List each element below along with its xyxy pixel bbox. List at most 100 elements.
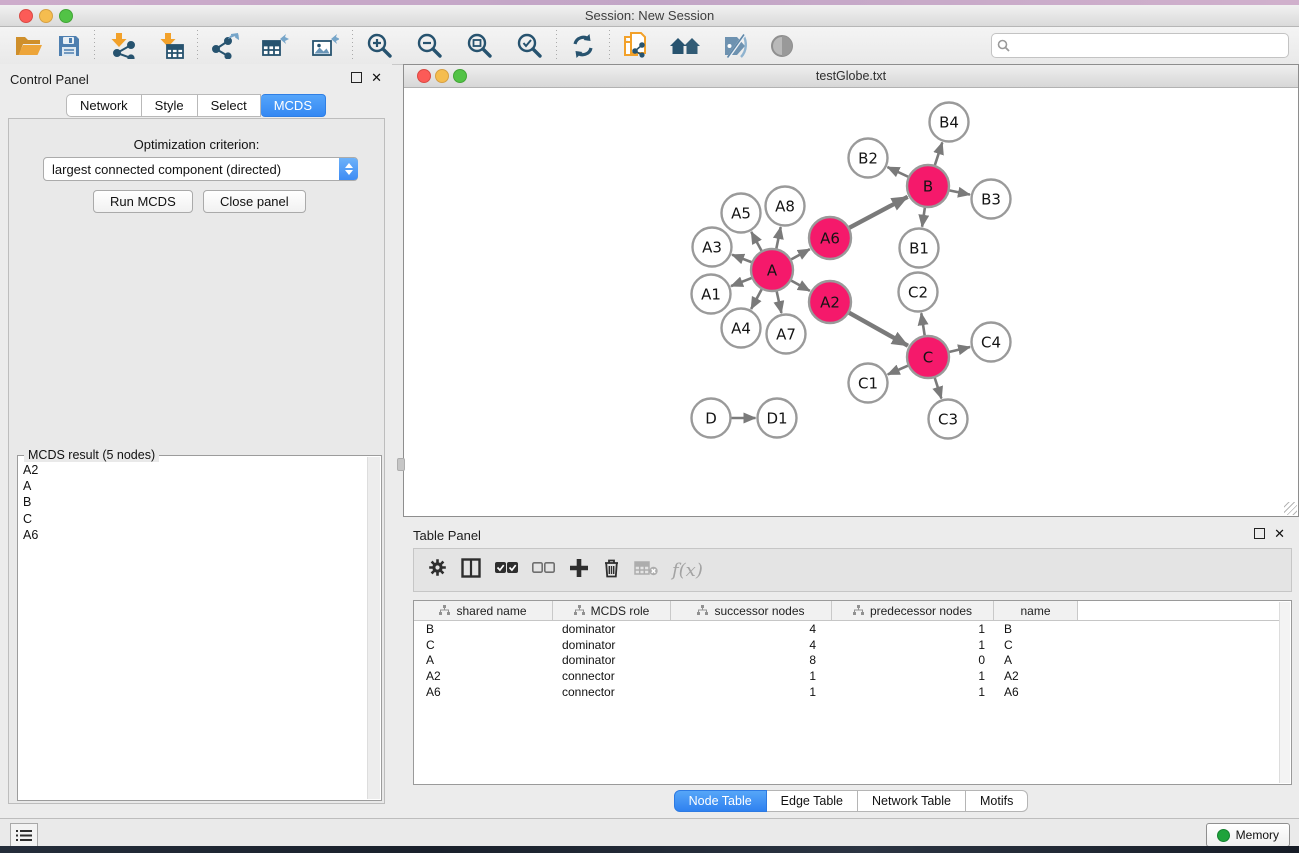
cell-name[interactable]: A6 <box>994 685 1078 699</box>
mcds-result-item[interactable]: A2 <box>20 462 367 478</box>
cell-predecessor-nodes[interactable]: 1 <box>832 669 994 683</box>
open-session-icon[interactable] <box>8 30 50 62</box>
export-image-icon[interactable] <box>304 30 346 62</box>
toggle-labels-icon[interactable] <box>714 30 756 62</box>
cell-successor-nodes[interactable]: 8 <box>671 653 832 667</box>
graph-node-B4[interactable]: B4 <box>930 103 969 142</box>
column-header-name[interactable]: name <box>994 601 1078 620</box>
table-row[interactable]: A2connector11A2 <box>414 668 1280 684</box>
home-icon[interactable] <box>662 30 708 62</box>
graph-edge-C-C2[interactable] <box>921 313 925 336</box>
cell-shared-name[interactable]: A6 <box>414 685 553 699</box>
column-header-predecessor-nodes[interactable]: predecessor nodes <box>832 601 994 620</box>
graph-edge-C-C1[interactable] <box>888 365 909 374</box>
graph-node-D[interactable]: D <box>692 399 731 438</box>
cell-successor-nodes[interactable]: 4 <box>671 622 832 636</box>
graph-node-C[interactable]: C <box>907 336 949 378</box>
float-table-panel-icon[interactable] <box>1254 528 1265 539</box>
window-resize-grip[interactable] <box>1284 502 1297 515</box>
table-scrollbar[interactable] <box>1279 602 1290 783</box>
tab-select[interactable]: Select <box>198 94 261 117</box>
export-table-icon[interactable] <box>254 30 296 62</box>
mcds-result-item[interactable]: A6 <box>20 527 367 543</box>
graph-node-A[interactable]: A <box>751 249 793 291</box>
graph-node-C3[interactable]: C3 <box>929 400 968 439</box>
column-view-icon[interactable] <box>461 558 481 583</box>
search-field[interactable] <box>991 33 1289 58</box>
mcds-result-item[interactable]: B <box>20 494 367 510</box>
graph-edge-A-A3[interactable] <box>732 255 752 263</box>
tab-motifs[interactable]: Motifs <box>966 790 1028 812</box>
close-panel-icon[interactable]: ✕ <box>371 72 382 83</box>
tab-node-table[interactable]: Node Table <box>674 790 767 812</box>
graph-node-D1[interactable]: D1 <box>758 399 797 438</box>
apply-function-icon[interactable]: f(x) <box>672 560 703 581</box>
column-header-successor-nodes[interactable]: successor nodes <box>671 601 832 620</box>
cell-name[interactable]: B <box>994 622 1078 636</box>
table-row[interactable]: Cdominator41C <box>414 637 1280 653</box>
optimization-criterion-select[interactable]: largest connected component (directed) <box>43 157 358 181</box>
tab-edge-table[interactable]: Edge Table <box>767 790 858 812</box>
cell-mcds-role[interactable]: connector <box>553 669 671 683</box>
run-mcds-button[interactable]: Run MCDS <box>93 190 193 213</box>
column-header-mcds-role[interactable]: MCDS role <box>553 601 671 620</box>
graph-node-C4[interactable]: C4 <box>972 323 1011 362</box>
refresh-view-icon[interactable] <box>563 30 603 62</box>
import-network-from-file-icon[interactable] <box>101 30 143 62</box>
new-network-from-file-icon[interactable] <box>616 30 658 62</box>
column-header-shared-name[interactable]: shared name <box>414 601 553 620</box>
cell-mcds-role[interactable]: dominator <box>553 638 671 652</box>
graph-node-C2[interactable]: C2 <box>899 273 938 312</box>
graph-node-B[interactable]: B <box>907 165 949 207</box>
cell-shared-name[interactable]: C <box>414 638 553 652</box>
graph-edge-C-C3[interactable] <box>934 377 941 399</box>
graph-node-A5[interactable]: A5 <box>722 194 761 233</box>
zoom-in-icon[interactable] <box>359 30 400 62</box>
cell-successor-nodes[interactable]: 4 <box>671 638 832 652</box>
cell-shared-name[interactable]: B <box>414 622 553 636</box>
task-history-button[interactable] <box>10 823 38 847</box>
graph-node-A1[interactable]: A1 <box>692 275 731 314</box>
cell-shared-name[interactable]: A2 <box>414 669 553 683</box>
float-panel-icon[interactable] <box>351 72 362 83</box>
graph-edge-A-A8[interactable] <box>776 227 781 249</box>
graph-edge-A-A5[interactable] <box>751 232 762 252</box>
mcds-result-item[interactable]: C <box>20 511 367 527</box>
cell-shared-name[interactable]: A <box>414 653 553 667</box>
cell-predecessor-nodes[interactable]: 1 <box>832 685 994 699</box>
graph-node-A2[interactable]: A2 <box>809 281 851 323</box>
cell-mcds-role[interactable]: dominator <box>553 653 671 667</box>
save-session-icon[interactable] <box>50 30 88 62</box>
zoom-selected-icon[interactable] <box>509 30 550 62</box>
graph-node-B1[interactable]: B1 <box>900 229 939 268</box>
graph-node-A6[interactable]: A6 <box>809 217 851 259</box>
network-vertical-scrollbar[interactable] <box>397 458 405 471</box>
graph-edge-A-A7[interactable] <box>776 291 781 313</box>
tab-network-table[interactable]: Network Table <box>858 790 966 812</box>
graph-edge-B-B2[interactable] <box>887 167 908 177</box>
cell-mcds-role[interactable]: connector <box>553 685 671 699</box>
graph-node-A3[interactable]: A3 <box>693 228 732 267</box>
tab-mcds[interactable]: MCDS <box>261 94 326 117</box>
close-table-panel-icon[interactable]: ✕ <box>1274 528 1285 539</box>
cell-mcds-role[interactable]: dominator <box>553 622 671 636</box>
graph-edge-B-B3[interactable] <box>949 190 970 194</box>
cell-name[interactable]: A2 <box>994 669 1078 683</box>
graph-edge-B-B4[interactable] <box>935 142 943 166</box>
cell-predecessor-nodes[interactable]: 0 <box>832 653 994 667</box>
graph-node-B3[interactable]: B3 <box>972 180 1011 219</box>
zoom-fit-icon[interactable] <box>459 30 500 62</box>
result-scrollbar[interactable] <box>367 457 380 799</box>
deselect-all-checkboxes-icon[interactable] <box>532 561 555 579</box>
graph-node-A4[interactable]: A4 <box>722 309 761 348</box>
tab-network[interactable]: Network <box>66 94 142 117</box>
graph-edge-A-A6[interactable] <box>790 249 809 260</box>
cell-successor-nodes[interactable]: 1 <box>671 669 832 683</box>
network-canvas[interactable]: B4B2BB3A8A5A6A3B1AC2A1A2A4A7C4CC1C3DD1 <box>404 88 1298 516</box>
cell-predecessor-nodes[interactable]: 1 <box>832 622 994 636</box>
graph-edge-B-B1[interactable] <box>922 207 925 227</box>
table-row[interactable]: A6connector11A6 <box>414 684 1280 700</box>
graph-node-A8[interactable]: A8 <box>766 187 805 226</box>
graph-node-C1[interactable]: C1 <box>849 364 888 403</box>
graph-edge-A2-C[interactable] <box>848 312 908 345</box>
